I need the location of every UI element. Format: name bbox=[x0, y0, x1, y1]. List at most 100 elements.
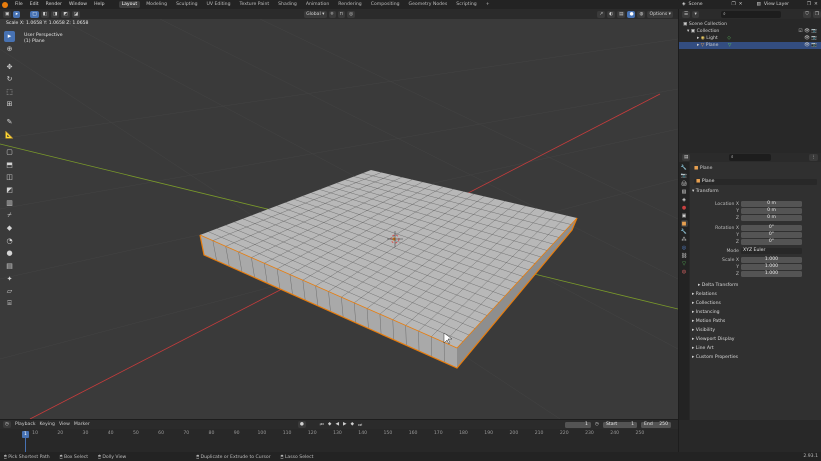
tab-modeling[interactable]: Modeling bbox=[143, 1, 170, 8]
location-x-field[interactable]: 0 m bbox=[741, 201, 802, 207]
tab-geometry-nodes[interactable]: Geometry Nodes bbox=[406, 1, 451, 8]
smooth-tool-icon[interactable]: ● bbox=[4, 248, 15, 259]
knife-tool-icon[interactable]: ⌿ bbox=[4, 210, 15, 221]
show-gizmo-icon[interactable]: ↗ bbox=[597, 10, 606, 18]
particles-tab-icon[interactable]: ⁂ bbox=[681, 236, 688, 243]
motion-paths-panel[interactable]: ▸ Motion Paths bbox=[692, 319, 725, 324]
world-tab-icon[interactable]: ● bbox=[681, 204, 688, 211]
menu-render[interactable]: Render bbox=[44, 2, 64, 7]
inset-faces-tool-icon[interactable]: ◫ bbox=[4, 172, 15, 183]
object-name-field[interactable]: ■ Plane bbox=[694, 179, 817, 185]
properties-options-icon[interactable]: ⋮ bbox=[809, 154, 818, 161]
shear-tool-icon[interactable]: ▱ bbox=[4, 286, 15, 297]
marker-menu[interactable]: Marker bbox=[74, 422, 90, 427]
tab-compositing[interactable]: Compositing bbox=[368, 1, 403, 8]
select-mode-new-icon[interactable]: □ bbox=[30, 10, 39, 18]
transform-tool-icon[interactable]: ⊞ bbox=[4, 99, 15, 110]
menu-edit[interactable]: Edit bbox=[28, 2, 41, 7]
editor-type-icon[interactable]: ▣ bbox=[3, 10, 12, 18]
rip-region-tool-icon[interactable]: ⌸ bbox=[4, 299, 15, 310]
view-menu[interactable]: View bbox=[59, 422, 70, 427]
shading-material-icon[interactable]: ◍ bbox=[637, 10, 646, 18]
blender-logo-icon[interactable] bbox=[2, 1, 8, 8]
measure-tool-icon[interactable]: 📐 bbox=[4, 129, 15, 140]
auto-keying-icon[interactable]: ● bbox=[297, 421, 306, 428]
options-dropdown[interactable]: Options ▾ bbox=[647, 10, 673, 18]
snap-icon[interactable]: ⊓ bbox=[337, 10, 346, 18]
delete-scene-icon[interactable]: ✕ bbox=[739, 2, 743, 7]
add-cube-tool-icon[interactable]: ▢ bbox=[4, 147, 15, 158]
new-collection-icon[interactable]: ❐ bbox=[812, 10, 821, 18]
tab-texture-paint[interactable]: Texture Paint bbox=[237, 1, 273, 8]
keying-menu[interactable]: Keying bbox=[40, 422, 55, 427]
line-art-panel[interactable]: ▸ Line Art bbox=[692, 346, 714, 351]
timeline-playhead[interactable]: 1 bbox=[22, 431, 29, 438]
scene-tab-icon[interactable]: ◈ bbox=[681, 196, 688, 203]
delta-transform-panel[interactable]: ▸ Delta Transform bbox=[698, 283, 738, 288]
rotation-y-field[interactable]: 0° bbox=[741, 232, 802, 238]
scale-x-field[interactable]: 1.000 bbox=[741, 257, 802, 263]
menu-help[interactable]: Help bbox=[92, 2, 106, 7]
expand-arrow-icon[interactable]: ▸ bbox=[697, 36, 699, 41]
edge-slide-tool-icon[interactable]: ▤ bbox=[4, 261, 15, 272]
preview-range-icon[interactable]: ◷ bbox=[595, 422, 599, 427]
menu-file[interactable]: File bbox=[13, 2, 25, 7]
select-mode-subtract-icon[interactable]: ◨ bbox=[51, 10, 60, 18]
rotate-tool-icon[interactable]: ↻ bbox=[4, 74, 15, 85]
outliner-item-plane[interactable]: ▸ ▽ Plane ▽ 👁 📷 bbox=[679, 42, 821, 49]
collections-panel[interactable]: ▸ Collections bbox=[692, 301, 721, 306]
extrude-region-tool-icon[interactable]: ⬒ bbox=[4, 159, 15, 170]
tab-animation[interactable]: Animation bbox=[303, 1, 332, 8]
outliner-editor-type-icon[interactable]: ☰ bbox=[682, 10, 691, 18]
render-tab-icon[interactable]: 📷 bbox=[681, 172, 688, 179]
select-tool-icon[interactable]: ▸ bbox=[13, 10, 21, 18]
filter-icon[interactable]: ⛉ bbox=[803, 10, 811, 18]
expand-arrow-icon[interactable]: ▸ bbox=[697, 43, 699, 48]
object-tab-icon[interactable]: ■ bbox=[680, 220, 688, 227]
collection-visibility-icons[interactable]: ☑ 👁 📷 bbox=[798, 28, 817, 35]
location-z-field[interactable]: 0 m bbox=[741, 215, 802, 221]
timeline-editor-type-icon[interactable]: ◷ bbox=[3, 421, 12, 428]
bevel-tool-icon[interactable]: ◩ bbox=[4, 185, 15, 196]
outliner-search-icon[interactable]: ⌕ bbox=[721, 10, 782, 18]
tab-sculpting[interactable]: Sculpting bbox=[173, 1, 200, 8]
outliner-item-scene-collection[interactable]: ▣ Scene Collection bbox=[679, 21, 821, 28]
scene-icon[interactable]: ◈ bbox=[682, 2, 686, 7]
scale-tool-icon[interactable]: ⬚ bbox=[4, 86, 15, 97]
timeline-area[interactable]: 10 20 30 40 50 60 70 80 90 100 110 120 130 140 150 160 1… bbox=[0, 429, 678, 452]
pivot-icon[interactable]: ⌾ bbox=[328, 10, 336, 18]
viewport-display-panel[interactable]: ▸ Viewport Display bbox=[692, 337, 735, 342]
location-y-field[interactable]: 0 m bbox=[741, 208, 802, 214]
scale-y-field[interactable]: 1.000 bbox=[741, 264, 802, 270]
view-layer-tab-icon[interactable]: ▧ bbox=[681, 188, 688, 195]
jump-keyframe-back-icon[interactable]: ◆ bbox=[328, 422, 332, 427]
tool-tab-icon[interactable]: 🔧 bbox=[681, 164, 688, 171]
scale-z-field[interactable]: 1.000 bbox=[741, 271, 802, 277]
move-tool-icon[interactable]: ✥ bbox=[4, 61, 15, 72]
relations-panel[interactable]: ▸ Relations bbox=[692, 292, 717, 297]
add-workspace-button[interactable]: + bbox=[483, 1, 493, 8]
end-frame-field[interactable]: End 250 bbox=[641, 421, 671, 428]
rotation-x-field[interactable]: 0° bbox=[741, 225, 802, 231]
shading-solid-icon[interactable]: ● bbox=[627, 10, 636, 18]
orientation-dropdown[interactable]: Global ▾ bbox=[304, 10, 327, 18]
scene-name[interactable]: Scene bbox=[689, 2, 729, 7]
data-tab-icon[interactable]: ▽ bbox=[681, 260, 688, 267]
play-icon[interactable]: ▶ bbox=[343, 422, 347, 427]
jump-start-icon[interactable]: ⏮ bbox=[320, 422, 324, 428]
poly-build-tool-icon[interactable]: ◆ bbox=[4, 223, 15, 234]
tab-layout[interactable]: Layout bbox=[118, 1, 141, 8]
select-box-tool-icon[interactable]: ▸ bbox=[4, 31, 15, 42]
material-tab-icon[interactable]: ◍ bbox=[681, 268, 688, 275]
physics-tab-icon[interactable]: ◎ bbox=[681, 244, 688, 251]
jump-end-icon[interactable]: ⏭ bbox=[358, 422, 362, 428]
visibility-panel[interactable]: ▸ Visibility bbox=[692, 328, 715, 333]
properties-editor-type-icon[interactable]: ▤ bbox=[682, 154, 691, 161]
xray-icon[interactable]: ▤ bbox=[617, 10, 626, 18]
constraints-tab-icon[interactable]: ⛓ bbox=[681, 252, 688, 259]
instancing-panel[interactable]: ▸ Instancing bbox=[692, 310, 720, 315]
start-frame-field[interactable]: Start 1 bbox=[603, 421, 637, 428]
tab-scripting[interactable]: Scripting bbox=[453, 1, 479, 8]
shrink-fatten-tool-icon[interactable]: ✦ bbox=[4, 273, 15, 284]
new-view-layer-icon[interactable]: ❐ bbox=[807, 2, 811, 7]
